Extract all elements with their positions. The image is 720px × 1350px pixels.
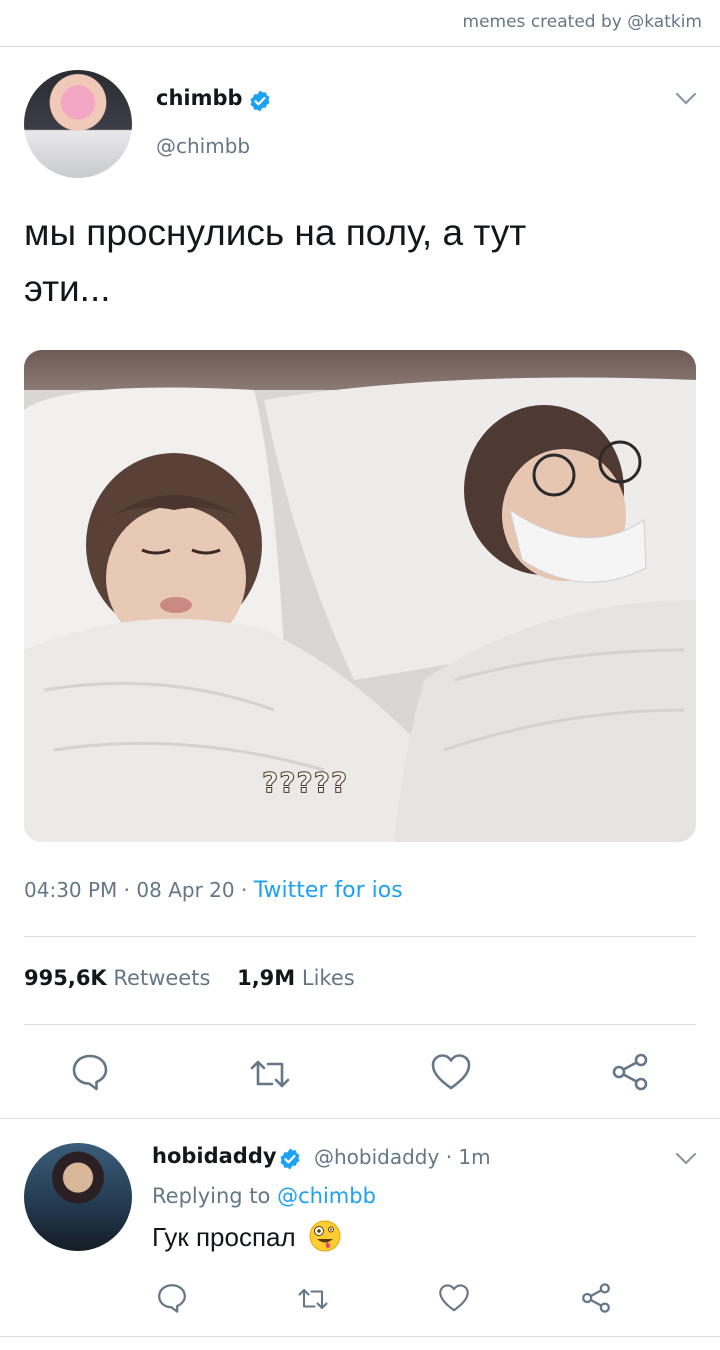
- divider: [24, 936, 696, 937]
- reply-text-content: Гук проспал: [152, 1222, 296, 1252]
- retweets-stat[interactable]: 995,6K Retweets: [24, 966, 210, 990]
- share-icon[interactable]: [610, 1052, 650, 1092]
- verified-icon: [250, 90, 270, 112]
- likes-stat[interactable]: 1,9M Likes: [237, 966, 355, 990]
- tweet-date: 08 Apr 20: [136, 878, 235, 902]
- tweet-source-link[interactable]: Twitter for ios: [254, 878, 403, 903]
- retweet-icon[interactable]: [248, 1054, 292, 1094]
- reply-icon[interactable]: [70, 1052, 110, 1092]
- share-icon[interactable]: [580, 1282, 612, 1314]
- divider: [0, 46, 720, 47]
- tweet-time: 04:30 PM: [24, 878, 118, 902]
- likes-label: Likes: [301, 966, 355, 990]
- divider: [0, 1336, 720, 1337]
- separator: ·: [445, 1145, 459, 1169]
- avatar[interactable]: [24, 70, 132, 178]
- chevron-down-icon[interactable]: [675, 92, 697, 106]
- replying-mention-link[interactable]: @chimbb: [277, 1184, 376, 1208]
- tweet-meta: 04:30 PM · 08 Apr 20 · Twitter for ios: [24, 878, 403, 903]
- retweets-label: Retweets: [113, 966, 211, 990]
- tweet-text-line: мы проснулись на полу, а тут: [24, 212, 527, 253]
- user-handle[interactable]: @chimbb: [156, 134, 250, 158]
- reply-handle-line: @hobidaddy · 1m: [314, 1145, 491, 1169]
- tweet-image[interactable]: [24, 350, 696, 842]
- chevron-down-icon[interactable]: [675, 1152, 697, 1166]
- verified-icon: [280, 1148, 300, 1170]
- like-icon[interactable]: [430, 1052, 472, 1092]
- tweet-text-line: эти...: [24, 268, 111, 309]
- reply-text: Гук проспал: [152, 1220, 341, 1253]
- like-icon[interactable]: [438, 1282, 470, 1314]
- reply-user-handle[interactable]: @hobidaddy: [314, 1145, 439, 1169]
- replying-label: Replying to: [152, 1184, 271, 1208]
- retweets-count: 995,6K: [24, 966, 107, 990]
- likes-count: 1,9M: [237, 966, 296, 990]
- tweet-stats: 995,6K Retweets 1,9M Likes: [24, 966, 355, 990]
- replying-to: Replying to @chimbb: [152, 1184, 376, 1208]
- divider: [0, 1118, 720, 1119]
- reply-avatar[interactable]: [24, 1143, 132, 1251]
- reply-time: 1m: [458, 1145, 491, 1169]
- separator: ·: [240, 878, 254, 902]
- reply-display-name[interactable]: hobidaddy: [152, 1144, 277, 1168]
- retweet-icon[interactable]: [296, 1284, 330, 1314]
- separator: ·: [123, 878, 137, 902]
- divider: [24, 1024, 696, 1025]
- display-name[interactable]: chimbb: [156, 86, 243, 110]
- tweet-text: мы проснулись на полу, а тут эти...: [24, 205, 674, 317]
- photo-illustration: [24, 350, 696, 842]
- credit-text: memes created by @katkim: [462, 12, 702, 32]
- zany-face-emoji: [309, 1220, 341, 1252]
- image-caption: ?????: [261, 766, 349, 800]
- reply-icon[interactable]: [156, 1282, 188, 1314]
